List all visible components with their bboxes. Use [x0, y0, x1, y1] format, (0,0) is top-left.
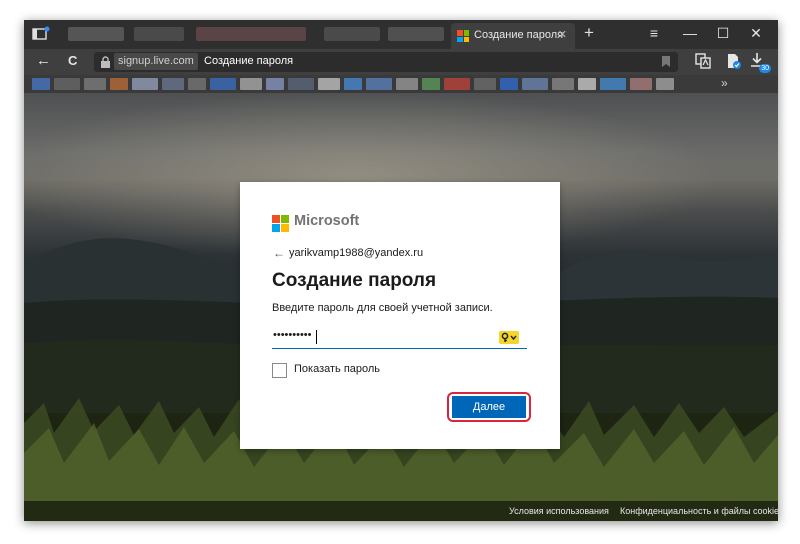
bookmarks-more-icon[interactable]: » — [721, 75, 728, 92]
bookmark-item[interactable] — [162, 78, 184, 90]
background-tab[interactable] — [324, 27, 380, 41]
page-title-in-url: Создание пароля — [204, 55, 294, 67]
sidebar-toggle-icon[interactable] — [32, 26, 50, 42]
bookmark-item[interactable] — [656, 78, 674, 90]
show-password-label[interactable]: Показать пароль — [294, 363, 380, 375]
brand-name: Microsoft — [294, 213, 360, 229]
privacy-link[interactable]: Конфиденциальность и файлы cookie — [620, 506, 778, 516]
bookmark-item[interactable] — [188, 78, 206, 90]
bookmark-icon[interactable] — [662, 56, 670, 67]
bookmark-item[interactable] — [110, 78, 128, 90]
maximize-button[interactable]: ☐ — [713, 24, 733, 42]
tab-title: Создание пароля — [474, 29, 564, 41]
lock-icon — [101, 56, 110, 68]
text-caret — [316, 330, 317, 344]
new-tab-button[interactable]: + — [584, 23, 594, 43]
tab-active[interactable]: Создание пароля ✕ — [451, 23, 575, 49]
background-tab[interactable] — [196, 27, 306, 41]
extension-icon[interactable] — [724, 52, 742, 70]
menu-icon[interactable]: ≡ — [644, 24, 664, 42]
terms-link[interactable]: Условия использования — [509, 506, 609, 516]
bookmark-item[interactable] — [366, 78, 392, 90]
bookmark-item[interactable] — [474, 78, 496, 90]
bookmark-item[interactable] — [288, 78, 314, 90]
minimize-button[interactable]: — — [680, 24, 700, 42]
password-manager-key-icon[interactable] — [499, 331, 519, 344]
bookmark-item[interactable] — [500, 78, 518, 90]
bookmark-item[interactable] — [396, 78, 418, 90]
tab-close-icon[interactable]: ✕ — [558, 28, 567, 41]
background-tab[interactable] — [134, 27, 184, 41]
bookmark-item[interactable] — [444, 78, 470, 90]
password-field[interactable]: •••••••••• — [272, 327, 527, 349]
bookmark-item[interactable] — [318, 78, 340, 90]
bookmark-item[interactable] — [578, 78, 596, 90]
background-tab[interactable] — [388, 27, 444, 41]
bookmark-item[interactable] — [240, 78, 262, 90]
show-password-checkbox[interactable] — [272, 363, 287, 378]
bookmark-item[interactable] — [344, 78, 362, 90]
bookmark-item[interactable] — [522, 78, 548, 90]
bookmark-item[interactable] — [630, 78, 652, 90]
back-button[interactable]: ← — [36, 52, 51, 70]
translate-icon[interactable] — [694, 52, 712, 70]
reload-button[interactable]: C — [68, 52, 77, 70]
address-bar: ← C signup.live.com Создание пароля 30 — [24, 49, 778, 75]
bookmark-item[interactable] — [552, 78, 574, 90]
bookmark-item[interactable] — [600, 78, 626, 90]
tab-strip: Создание пароля ✕ + ≡ — ☐ ✕ — [24, 20, 778, 49]
bookmark-item[interactable] — [266, 78, 284, 90]
signup-card: Microsoft ← yarikvamp1988@yandex.ru Созд… — [240, 182, 560, 449]
domain-chip: signup.live.com — [114, 53, 198, 70]
bookmark-item[interactable] — [210, 78, 236, 90]
bookmarks-bar: » — [24, 75, 778, 93]
page-content: Microsoft ← yarikvamp1988@yandex.ru Созд… — [24, 93, 778, 521]
background-tab[interactable] — [68, 27, 124, 41]
downloads-badge: 30 — [759, 64, 771, 73]
microsoft-logo-icon — [272, 215, 289, 232]
bookmark-item[interactable] — [84, 78, 106, 90]
instructions-text: Введите пароль для своей учетной записи. — [272, 302, 493, 314]
url-field[interactable]: signup.live.com Создание пароля — [94, 52, 678, 72]
bookmark-item[interactable] — [422, 78, 440, 90]
bookmark-item[interactable] — [32, 78, 50, 90]
bookmark-item[interactable] — [54, 78, 80, 90]
bookmark-item[interactable] — [132, 78, 158, 90]
close-window-button[interactable]: ✕ — [746, 24, 766, 42]
page-heading: Создание пароля — [272, 270, 437, 291]
password-value: •••••••••• — [273, 329, 312, 341]
account-identity: yarikvamp1988@yandex.ru — [289, 247, 424, 259]
microsoft-favicon-icon — [457, 30, 469, 42]
back-arrow-icon[interactable]: ← — [273, 246, 285, 260]
browser-window: Создание пароля ✕ + ≡ — ☐ ✕ ← C signup.l… — [24, 20, 778, 521]
page-footer: Условия использования Конфиденциальность… — [24, 501, 778, 521]
downloads-icon[interactable]: 30 — [748, 52, 771, 73]
next-button[interactable]: Далее — [452, 396, 526, 418]
